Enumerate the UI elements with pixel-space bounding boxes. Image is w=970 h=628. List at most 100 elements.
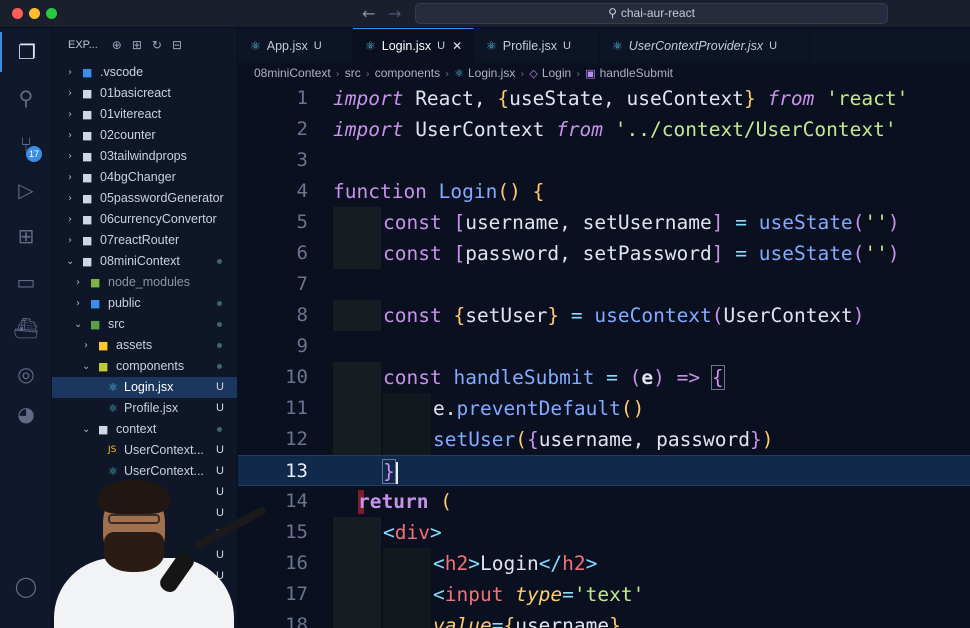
tab-modified-status: U: [769, 39, 778, 52]
code-editor[interactable]: 1 import React, {useState, useContext} f…: [238, 83, 970, 628]
tree-folder-open[interactable]: ⌄ ■ components: [52, 356, 237, 377]
tree-label: 08miniContext: [100, 254, 180, 268]
git-status: U: [216, 402, 224, 414]
chevron-right-icon: ›: [68, 193, 72, 204]
new-file-icon[interactable]: ⊕: [112, 38, 122, 52]
tree-folder-open[interactable]: ⌄ ■ context: [52, 419, 237, 440]
new-folder-icon[interactable]: ⊞: [132, 38, 142, 52]
line-number: 2: [296, 118, 308, 140]
title-bar: ← → ⚲ chai-aur-react: [0, 0, 970, 28]
text-cursor: [395, 461, 398, 484]
tree-folder[interactable]: › ■ 02counter: [52, 125, 237, 146]
line-number: 12: [285, 428, 308, 450]
code-line: 1 import React, {useState, useContext} f…: [238, 83, 970, 114]
breadcrumb: 08miniContext › src › components › ⚛ Login.jsx ›…: [238, 63, 970, 83]
code-text: <input type='text': [433, 583, 645, 606]
folder-open-icon: ■: [82, 255, 93, 268]
chevron-down-icon: ⌄: [82, 361, 91, 372]
line-number: 1: [296, 87, 308, 109]
search-icon[interactable]: ⚲: [0, 78, 52, 118]
minimize-window-button[interactable]: [29, 8, 40, 19]
tree-file-profile[interactable]: ⚛ Profile.jsx U: [52, 398, 237, 419]
chevron-right-icon: ›: [365, 69, 370, 80]
tree-folder[interactable]: › ■ public: [52, 293, 237, 314]
tree-label: 04bgChanger: [100, 170, 176, 184]
indent-guide: [333, 610, 381, 628]
folder-icon: ■: [82, 171, 93, 184]
breadcrumb-file[interactable]: Login.jsx: [468, 66, 515, 80]
breadcrumb-src[interactable]: src: [345, 66, 361, 80]
close-icon[interactable]: ✕: [452, 39, 462, 53]
react-icon: ⚛: [612, 38, 623, 53]
tab-login[interactable]: ⚛ Login.jsx U ✕: [353, 28, 474, 63]
indent-guide: [383, 610, 431, 628]
live-share-icon[interactable]: ◕: [0, 394, 52, 434]
explorer-icon[interactable]: ❐: [0, 32, 52, 72]
tree-label: public: [108, 296, 141, 310]
tree-folder[interactable]: › ■ 01basicreact: [52, 83, 237, 104]
chevron-right-icon: ›: [68, 235, 72, 246]
search-icon: ⚲: [608, 6, 617, 20]
tree-folder[interactable]: › ■ 04bgChanger: [52, 167, 237, 188]
variable-icon: ▣: [585, 67, 596, 80]
tab-label: UserContextProvider.jsx: [628, 38, 764, 53]
tree-folder-open[interactable]: ⌄ ■ 08miniContext: [52, 251, 237, 272]
tab-profile[interactable]: ⚛ Profile.jsx U: [474, 28, 600, 63]
line-number: 8: [296, 304, 308, 326]
tree-folder-open[interactable]: ⌄ ■ src: [52, 314, 237, 335]
git-status: U: [216, 381, 224, 393]
folder-icon: ■: [82, 66, 93, 79]
tree-folder[interactable]: › ■ assets: [52, 335, 237, 356]
presenter-glasses: [108, 514, 160, 524]
line-number: 3: [296, 149, 308, 171]
refresh-icon[interactable]: ↻: [152, 38, 162, 52]
chevron-right-icon: ›: [68, 172, 72, 183]
tree-folder[interactable]: › ■ 03tailwindprops: [52, 146, 237, 167]
tree-file-login[interactable]: ⚛ Login.jsx U: [52, 377, 237, 398]
indent-guide: [333, 548, 381, 579]
code-line: 8 const {setUser} = useContext(UserConte…: [238, 300, 970, 331]
chevron-right-icon: ›: [68, 67, 72, 78]
chevron-right-icon: ›: [68, 88, 72, 99]
remote-explorer-icon[interactable]: ▭: [0, 262, 52, 302]
breadcrumb-project[interactable]: 08miniContext: [254, 66, 331, 80]
github-icon[interactable]: ◎: [0, 354, 52, 394]
docker-icon[interactable]: ⛴: [0, 308, 52, 348]
breadcrumb-component[interactable]: Login: [542, 66, 571, 80]
react-icon: ⚛: [365, 39, 376, 53]
maximize-window-button[interactable]: [46, 8, 57, 19]
tree-label: 06currencyConvertor: [100, 212, 217, 226]
arrow-left-icon[interactable]: ←: [362, 4, 375, 23]
code-line: 16 <h2>Login</h2>: [238, 548, 970, 579]
tree-label: Login.jsx: [124, 380, 174, 394]
tree-folder-vscode[interactable]: › ■ .vscode: [52, 62, 237, 83]
modified-dot: [217, 364, 222, 369]
folder-assets-icon: ■: [98, 339, 109, 352]
presenter-beard: [104, 532, 164, 572]
tree-folder[interactable]: › ■ 07reactRouter: [52, 230, 237, 251]
indent-guide: [333, 238, 381, 269]
command-center-search[interactable]: ⚲ chai-aur-react: [415, 3, 888, 24]
collapse-all-icon[interactable]: ⊟: [172, 38, 182, 52]
folder-icon: ■: [82, 234, 93, 247]
tree-folder[interactable]: › ■ 06currencyConvertor: [52, 209, 237, 230]
tree-folder[interactable]: › ■ node_modules: [52, 272, 237, 293]
tree-label: .vscode: [100, 65, 144, 79]
folder-icon: ■: [82, 129, 93, 142]
breadcrumb-components[interactable]: components: [375, 66, 440, 80]
source-control-icon[interactable]: ⑂: [0, 124, 52, 164]
tree-folder[interactable]: › ■ 01vitereact: [52, 104, 237, 125]
tree-folder[interactable]: › ■ 05passwordGenerator: [52, 188, 237, 209]
chevron-right-icon: ›: [68, 214, 72, 225]
code-line: 4 function Login() {: [238, 176, 970, 207]
arrow-right-icon[interactable]: →: [388, 4, 401, 23]
breadcrumb-symbol[interactable]: handleSubmit: [600, 66, 673, 80]
tab-app[interactable]: ⚛ App.jsx U: [238, 28, 353, 63]
extensions-icon[interactable]: ⊞: [0, 216, 52, 256]
chevron-right-icon: ›: [76, 277, 80, 288]
code-text: return (: [358, 490, 452, 513]
run-debug-icon[interactable]: ▷: [0, 170, 52, 210]
tab-usercontextprovider[interactable]: ⚛ UserContextProvider.jsx U: [600, 28, 810, 63]
tree-file-usercontext[interactable]: JS UserContext... U: [52, 440, 237, 461]
close-window-button[interactable]: [12, 8, 23, 19]
